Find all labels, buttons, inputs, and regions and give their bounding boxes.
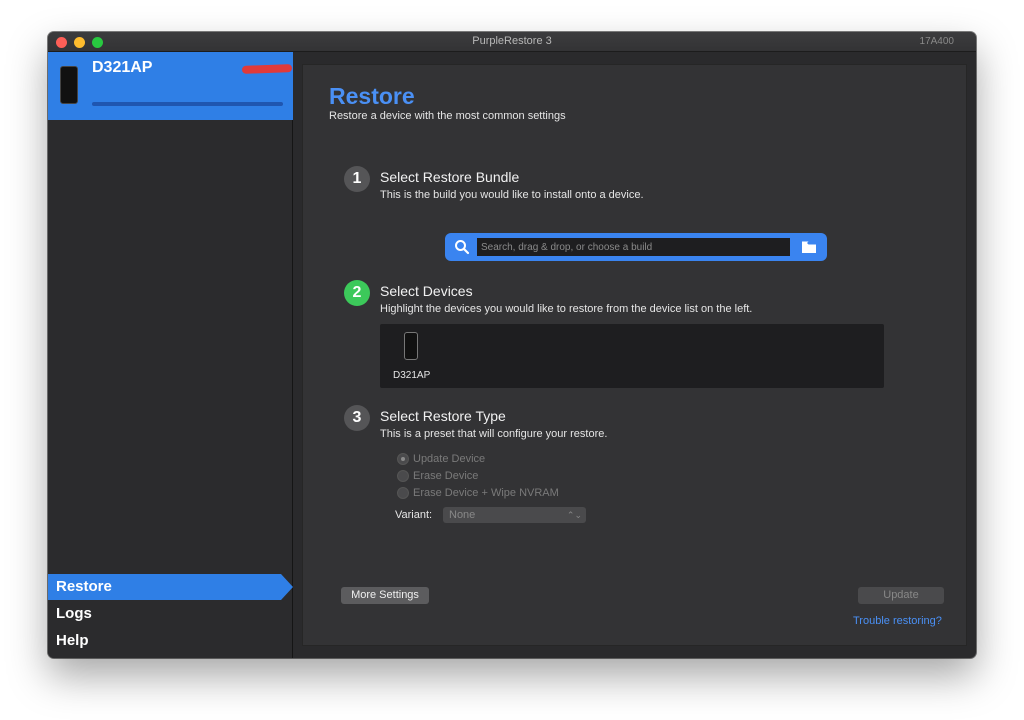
step-1-description: This is the build you would like to inst… xyxy=(380,189,644,201)
sidebar: D321AP Restore Logs Help xyxy=(48,52,293,658)
step-3-title: Select Restore Type xyxy=(380,408,506,424)
step-1-badge: 1 xyxy=(344,166,370,192)
radio-erase-wipe-nvram[interactable]: Erase Device + Wipe NVRAM xyxy=(397,486,559,500)
radio-button[interactable] xyxy=(397,487,409,499)
sidebar-device-name: D321AP xyxy=(92,59,153,76)
bundle-picker xyxy=(445,233,827,261)
variant-select[interactable]: None ⌃⌄ xyxy=(443,507,586,523)
selected-device-list: D321AP xyxy=(380,324,884,388)
redaction-mark xyxy=(241,64,293,74)
radio-label: Erase Device + Wipe NVRAM xyxy=(413,487,559,499)
restore-panel: Restore Restore a device with the most c… xyxy=(302,64,967,646)
device-icon[interactable] xyxy=(404,332,418,360)
folder-icon[interactable] xyxy=(801,240,817,254)
step-1-title: Select Restore Bundle xyxy=(380,169,520,185)
variant-label: Variant: xyxy=(395,509,433,521)
device-icon xyxy=(60,66,78,104)
update-button[interactable]: Update xyxy=(858,587,944,604)
nav-item-logs[interactable]: Logs xyxy=(48,601,293,627)
bundle-search-input[interactable] xyxy=(477,238,790,256)
radio-update-device[interactable]: Update Device xyxy=(397,452,485,466)
window-title: PurpleRestore 3 xyxy=(472,35,552,47)
device-progress-bar xyxy=(92,102,283,106)
radio-erase-device[interactable]: Erase Device xyxy=(397,469,478,483)
radio-button[interactable] xyxy=(397,470,409,482)
variant-selected-value: None xyxy=(449,509,476,521)
build-number: 17A400 xyxy=(919,36,954,47)
search-icon[interactable] xyxy=(454,239,470,255)
step-3-badge: 3 xyxy=(344,405,370,431)
title-bar: PurpleRestore 3 17A400 xyxy=(48,32,976,52)
trouble-restoring-link[interactable]: Trouble restoring? xyxy=(853,615,942,627)
page-subtitle: Restore a device with the most common se… xyxy=(329,110,566,122)
more-settings-button[interactable]: More Settings xyxy=(341,587,429,604)
step-2-badge: 2 xyxy=(344,280,370,306)
nav-item-help[interactable]: Help xyxy=(48,628,293,654)
nav-item-restore[interactable]: Restore xyxy=(48,574,293,600)
step-2-title: Select Devices xyxy=(380,283,473,299)
sidebar-nav: Restore Logs Help xyxy=(48,574,293,655)
app-window: PurpleRestore 3 17A400 D321AP Restore Lo… xyxy=(48,32,976,658)
chevron-updown-icon: ⌃⌄ xyxy=(566,510,582,520)
radio-button[interactable] xyxy=(397,453,409,465)
page-title: Restore xyxy=(329,83,415,109)
list-device-label: D321AP xyxy=(393,370,431,381)
step-2-description: Highlight the devices you would like to … xyxy=(380,303,753,315)
sidebar-device-item[interactable]: D321AP xyxy=(48,52,293,120)
step-3-description: This is a preset that will configure you… xyxy=(380,428,608,440)
radio-label: Update Device xyxy=(413,453,486,465)
radio-label: Erase Device xyxy=(413,470,479,482)
